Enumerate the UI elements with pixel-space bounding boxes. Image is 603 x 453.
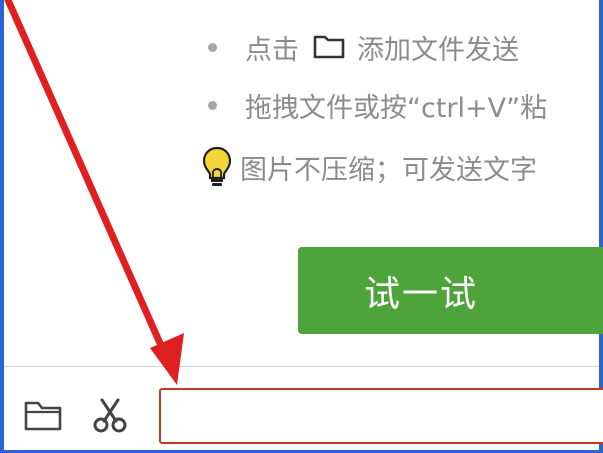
arrow-head	[150, 333, 184, 385]
message-input-box[interactable]	[159, 388, 603, 444]
hint-add-prefix: 点击	[245, 35, 299, 66]
hint-drag-paste: 拖拽文件或按“ctrl+V”粘	[208, 86, 547, 125]
try-button[interactable]: 试一试	[298, 247, 603, 334]
scissors-icon[interactable]	[90, 396, 130, 434]
window-frame-left	[0, 0, 4, 453]
bullet-icon	[208, 43, 217, 52]
try-button-label: 试一试	[363, 272, 478, 314]
tip-no-compression: 图片不压缩；可发送文字	[200, 145, 537, 189]
folder-icon[interactable]	[23, 398, 63, 432]
bullet-icon	[208, 101, 217, 110]
file-transfer-panel: 点击 添加文件发送 拖拽文件或按“ctrl+V”粘 图片不压缩；可发送文字 试一…	[0, 0, 603, 453]
hint-drag-text: 拖拽文件或按“ctrl+V”粘	[245, 93, 548, 124]
tip-text: 图片不压缩；可发送文字	[240, 154, 537, 186]
folder-icon[interactable]	[313, 33, 345, 59]
annotation-arrow	[4, 0, 184, 385]
toolbar-divider	[4, 366, 599, 367]
window-frame-right	[599, 0, 603, 453]
hint-add-suffix: 添加文件发送	[357, 35, 519, 66]
lightbulb-icon	[200, 145, 234, 189]
message-input[interactable]	[161, 390, 603, 442]
hint-add-file: 点击 添加文件发送	[208, 28, 519, 67]
